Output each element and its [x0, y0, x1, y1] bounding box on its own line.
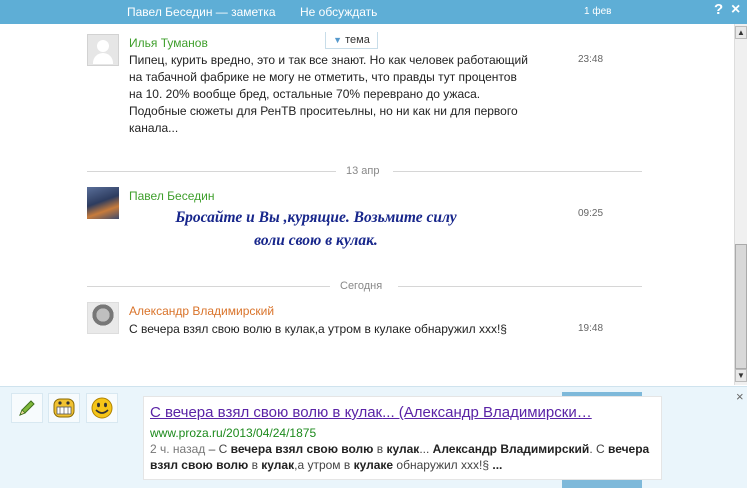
search-result-snippet: 2 ч. назад – С вечера взял свою волю в к…: [150, 441, 658, 473]
topic-tab-label: тема: [345, 34, 370, 46]
help-icon[interactable]: ?: [714, 1, 723, 18]
search-result-card: С вечера взял свою волю в кулак... (Алек…: [143, 396, 662, 480]
scroll-down-arrow[interactable]: ▼: [735, 369, 747, 382]
message-author[interactable]: Павел Беседин: [129, 189, 214, 203]
avatar[interactable]: [87, 187, 119, 219]
snippet-text: в: [248, 458, 262, 472]
message-line: канала...: [129, 121, 179, 135]
pencil-icon[interactable]: [11, 393, 43, 423]
message-line: на 10. 20% вообще бред, остальные 70% пе…: [129, 87, 481, 101]
snippet-text: . С: [589, 442, 608, 456]
title-highlight: кулак: [344, 404, 383, 421]
date-separator-line: [393, 171, 642, 172]
message-time: 19:48: [578, 323, 604, 334]
snippet-highlight: кулаке: [353, 458, 394, 472]
message-line: С вечера взял свою волю в кулак,а утром …: [129, 322, 507, 336]
snippet-text: ...: [419, 442, 433, 456]
message-author[interactable]: Илья Туманов: [129, 36, 208, 50]
scrollbar[interactable]: ▲ ▼: [734, 24, 747, 385]
message-text: Пипец, курить вредно, это и так все знаю…: [129, 52, 569, 137]
scroll-up-arrow[interactable]: ▲: [735, 26, 747, 39]
date-separator-line: [87, 171, 336, 172]
scroll-thumb[interactable]: [735, 244, 747, 369]
snippet-highlight: ...: [492, 458, 503, 472]
message-line: Пипец, курить вредно, это и так все знаю…: [129, 53, 528, 67]
snippet-text: обнаружил ххх!§: [393, 458, 493, 472]
message-line: Подобные сюжеты для РенТВ проситеьлны, н…: [129, 104, 518, 118]
grin-icon[interactable]: [48, 393, 80, 423]
no-discuss-link[interactable]: Не обсуждать: [300, 5, 377, 19]
avatar[interactable]: [87, 302, 119, 334]
message-line: Бросайте и Вы ,курящие. Возьмите силу: [175, 209, 457, 226]
date-separator-label: Сегодня: [340, 280, 383, 292]
date-separator-line: [87, 286, 330, 287]
snippet-age: 2 ч. назад: [150, 442, 206, 456]
note-title-link[interactable]: Павел Беседин — заметка: [127, 5, 276, 19]
message-text: Бросайте и Вы ,курящие. Возьмите силу во…: [136, 206, 496, 252]
close-icon[interactable]: ×: [731, 1, 740, 19]
smile-icon[interactable]: [86, 393, 118, 423]
message-time: 23:48: [578, 54, 604, 65]
message-line: на табачной фабрике не могу не отметить,…: [129, 70, 517, 84]
message-text: С вечера взял свою волю в кулак,а утром …: [129, 321, 569, 338]
title-text: ... (Александр Владимирски…: [382, 404, 592, 421]
triangle-down-icon: ▼: [333, 35, 343, 45]
title-highlight: С вечера взял свою волю: [150, 404, 329, 421]
snippet-highlight: кулак: [261, 458, 295, 472]
topic-tab[interactable]: ▼ тема: [325, 32, 378, 49]
snippet-text: в: [373, 442, 387, 456]
message-line: воли свою в кулак.: [254, 232, 378, 249]
date-separator-label: 13 апр: [346, 165, 380, 177]
search-result-title-link[interactable]: С вечера взял свою волю в кулак... (Алек…: [150, 404, 658, 421]
message-author[interactable]: Александр Владимирский: [129, 304, 274, 318]
snippet-text: ,а утром в: [294, 458, 354, 472]
bottom-panel-close-icon[interactable]: ×: [736, 389, 744, 404]
avatar[interactable]: [87, 34, 119, 66]
message-time: 09:25: [578, 208, 604, 219]
header-date: 1 фев: [584, 6, 612, 17]
snippet-text: – С: [205, 442, 231, 456]
header-bar: Павел Беседин — заметка Не обсуждать 1 ф…: [0, 0, 747, 24]
snippet-highlight: Александр Владимирский: [432, 442, 590, 456]
snippet-highlight: вечера взял свою волю: [230, 442, 374, 456]
search-result-url[interactable]: www.proza.ru/2013/04/24/1875: [150, 426, 316, 440]
date-separator-line: [398, 286, 642, 287]
snippet-highlight: кулак: [386, 442, 420, 456]
title-text: в: [328, 404, 345, 421]
